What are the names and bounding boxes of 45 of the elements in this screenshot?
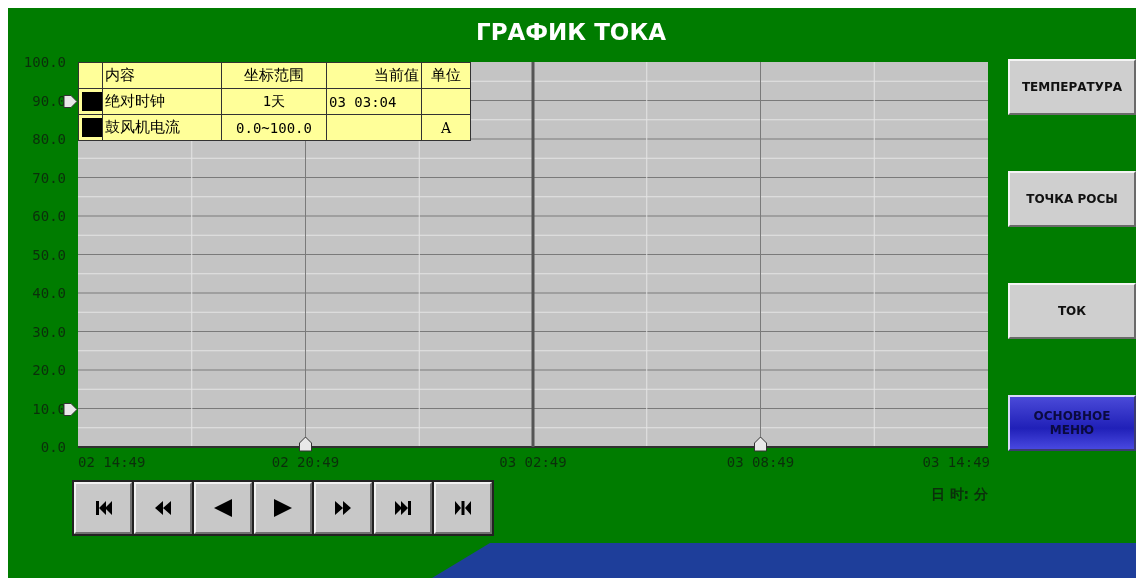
x-tick-label: 03 08:49 xyxy=(726,454,795,470)
screen-title: ГРАФИК ТОКА xyxy=(476,18,666,45)
left-arrow-icon xyxy=(213,498,233,518)
y-tick-label: 80.0 xyxy=(32,131,66,147)
series-name: 绝对时钟 xyxy=(102,88,222,115)
axis-range: 1天 xyxy=(221,88,327,115)
y-tick-label: 0.0 xyxy=(40,439,66,455)
x-tick-label: 02 20:49 xyxy=(271,454,340,470)
current-value: 03 03:04 xyxy=(326,88,422,115)
playback-button[interactable] xyxy=(74,482,132,534)
y-tick-label: 60.0 xyxy=(32,208,66,224)
pointer-icon[interactable] xyxy=(63,403,78,416)
y-tick-label: 50.0 xyxy=(32,246,66,263)
x-tick-label: 03 14:49 xyxy=(922,454,990,470)
arrows-bar-icon xyxy=(453,498,473,518)
y-tick-label: 40.0 xyxy=(32,285,66,301)
column-header: 单位 xyxy=(421,62,471,89)
last-icon xyxy=(393,498,413,518)
x-tick-label: 03 02:49 xyxy=(499,454,567,470)
pointer-icon[interactable] xyxy=(63,95,78,108)
series-name: 鼓风机电流 xyxy=(102,114,222,141)
playback-button[interactable] xyxy=(314,482,372,534)
playback-button[interactable] xyxy=(134,482,192,534)
axis-unit-label: 日 时: 分 xyxy=(930,486,988,504)
playback-button[interactable] xyxy=(434,482,492,534)
chart-select-button[interactable]: ТОЧКА РОСЫ xyxy=(1008,171,1136,227)
column-header: 当前值 xyxy=(326,62,422,89)
playback-button[interactable] xyxy=(254,482,312,534)
unit-label: A xyxy=(421,114,471,141)
y-tick-label: 100.0 xyxy=(23,55,66,70)
axis-range: 0.0~100.0 xyxy=(221,114,327,141)
double-right-arrow-icon xyxy=(333,498,353,518)
playback-button[interactable] xyxy=(374,482,432,534)
y-tick-label: 70.0 xyxy=(32,169,66,186)
column-header: 坐标范围 xyxy=(221,62,327,89)
playback-button[interactable] xyxy=(194,482,252,534)
first-icon xyxy=(93,498,113,518)
right-arrow-icon xyxy=(273,498,293,518)
chart-select-button[interactable]: ТЕМПЕРАТУРА xyxy=(1008,59,1136,115)
chart-select-button[interactable]: ТОК xyxy=(1008,283,1136,339)
x-tick-label: 02 14:49 xyxy=(78,454,146,470)
y-tick-label: 30.0 xyxy=(32,323,66,340)
column-header: 内容 xyxy=(102,62,222,89)
y-tick-label: 20.0 xyxy=(32,362,66,378)
double-left-arrow-icon xyxy=(153,498,173,518)
